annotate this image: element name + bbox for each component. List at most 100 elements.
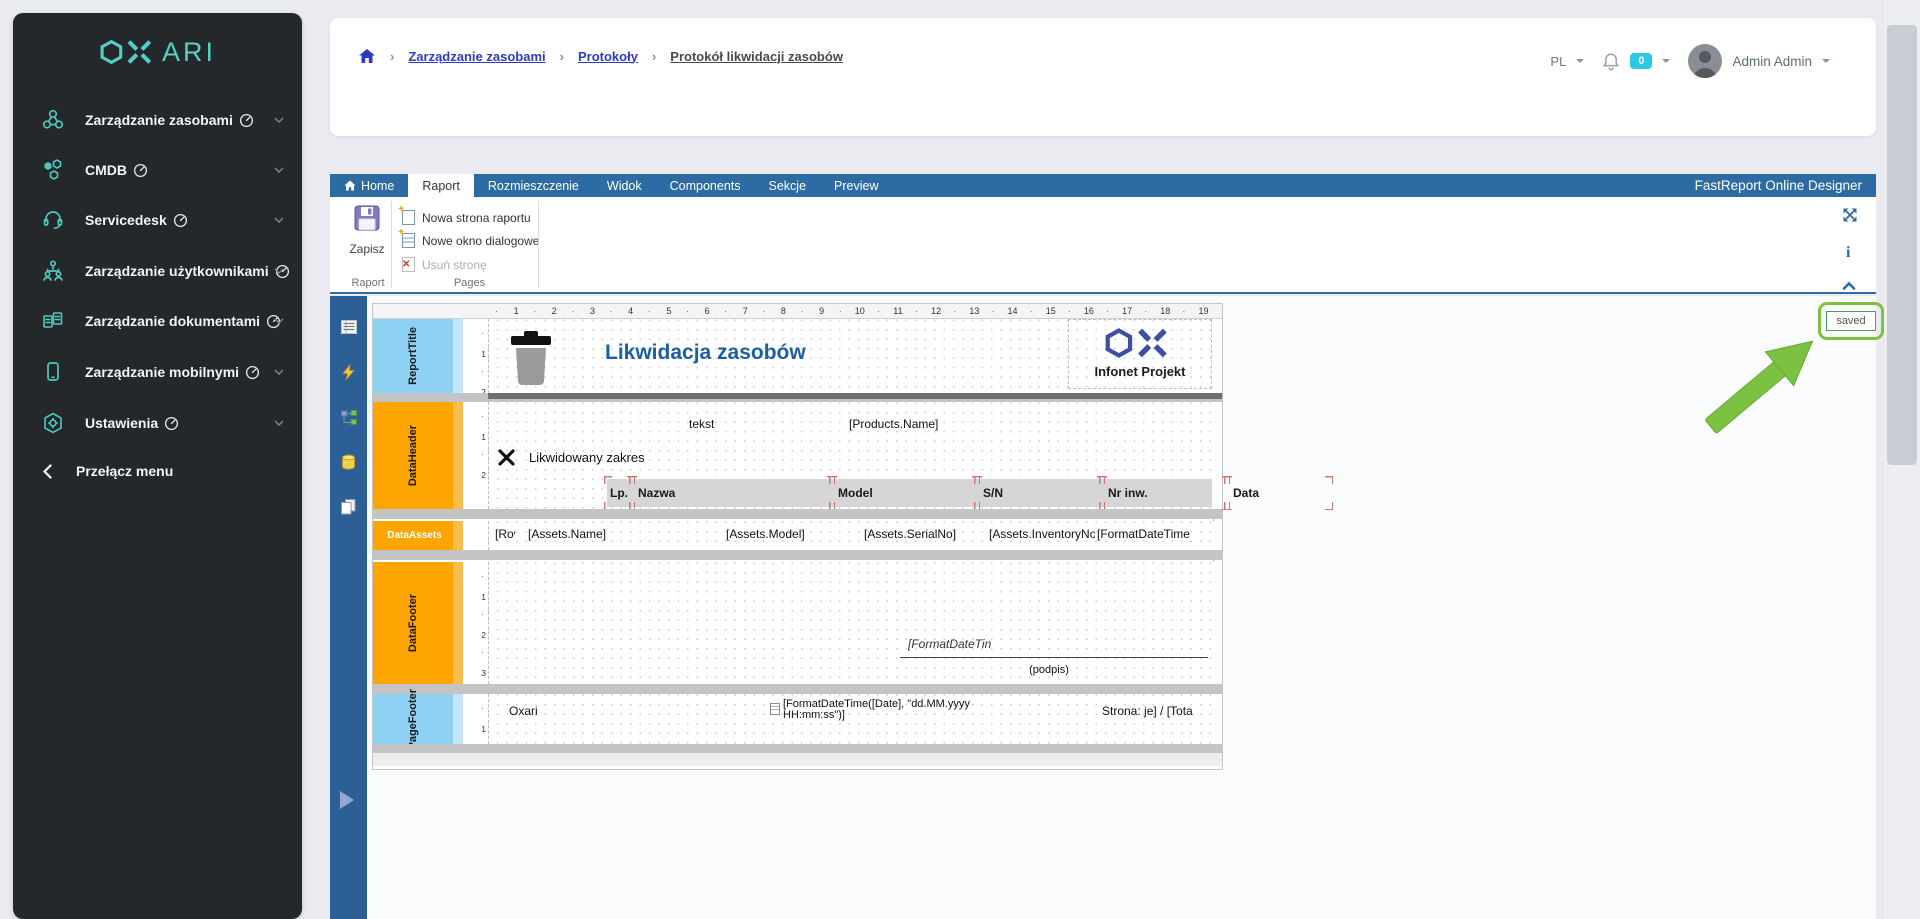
row-number-field[interactable]: [Rov [495, 524, 515, 545]
band-label-data-assets[interactable]: DataAssets [373, 521, 453, 550]
band-separator[interactable] [373, 744, 1222, 753]
ruler-mark: 9 [800, 304, 841, 319]
delete-page-button: Usuń stronę [402, 257, 487, 272]
new-report-page-button[interactable]: Nowa strona raportu [397, 204, 531, 225]
breadcrumb-current: Protokół likwidacji zasobów [670, 48, 843, 64]
ribbon-tab-bar: Home Raport Rozmieszczenie Widok Compone… [330, 174, 1876, 197]
vertical-ruler: 1 · 2 · [463, 402, 488, 509]
sidebar-item-zarzadzanie-dokumentami[interactable]: Zarządzanie dokumentami [13, 299, 302, 343]
caret-down-icon [1576, 59, 1585, 67]
tab-rozmieszczenie[interactable]: Rozmieszczenie [474, 174, 593, 197]
band-shade [453, 521, 463, 550]
top-bar: › Zarządzanie zasobami › Protokoły › Pro… [330, 18, 1876, 136]
scope-label-object[interactable]: Likwidowany zakres [523, 446, 651, 469]
collapse-ribbon-button[interactable] [1842, 277, 1856, 295]
assets-inventoryno-field[interactable]: [Assets.InventoryNo [989, 524, 1095, 545]
table-header-nazwa[interactable]: Nazwa [629, 476, 835, 510]
tab-preview[interactable]: Preview [820, 174, 892, 197]
properties-panel-button[interactable] [340, 318, 358, 336]
band-label-data-footer[interactable]: DataFooter [373, 562, 453, 684]
page-margin [1211, 319, 1222, 393]
chevron-down-icon [274, 420, 284, 426]
table-header-lp[interactable]: Lp. [604, 476, 635, 510]
tab-widok[interactable]: Widok [593, 174, 656, 197]
signature-caption[interactable]: (podpis) [900, 660, 1198, 681]
dashboard-gauge-icon [239, 113, 253, 127]
band-name: DataAssets [387, 530, 442, 541]
new-dialog-page-button[interactable]: Nowe okno dialogowe [397, 227, 539, 248]
ribbon-bottom-border [330, 292, 1876, 294]
footer-page-number[interactable]: Strona: je] / [Tota [1102, 701, 1212, 722]
save-button[interactable]: Zapisz [344, 205, 390, 256]
page-bottom-strip [373, 753, 1222, 766]
chevron-down-icon [274, 369, 284, 375]
signature-date-field[interactable]: [FormatDateTin [908, 634, 1008, 655]
band-label-report-title[interactable]: ReportTitle [373, 319, 453, 393]
sidebar-item-zarzadzanie-zasobami[interactable]: Zarządzanie zasobami [13, 98, 302, 142]
collapse-menu-button[interactable]: Przełącz menu [13, 451, 302, 491]
run-preview-button[interactable] [340, 791, 354, 809]
scrollbar-thumb[interactable] [1887, 25, 1917, 465]
sidebar-item-label: Servicedesk [85, 212, 167, 228]
company-logo-object[interactable]: Infonet Projekt [1068, 319, 1212, 389]
copy-pages-button[interactable] [340, 498, 358, 516]
footer-datetime-field[interactable]: [FormatDateTime([Date], "dd.MM.yyyy HH:m… [783, 699, 1008, 722]
assets-model-field[interactable]: [Assets.Model] [726, 524, 834, 545]
table-header-data[interactable]: Data [1224, 476, 1333, 510]
band-report-title: ReportTitle 1 · 2 · Likwidacja zasobów Info… [373, 319, 1222, 397]
report-design-page: 12345678910111213141516171819 ReportTitl… [372, 303, 1333, 770]
tab-components[interactable]: Components [656, 174, 755, 197]
table-header-model[interactable]: Model [829, 476, 980, 510]
tab-sekcje[interactable]: Sekcje [755, 174, 821, 197]
band-separator[interactable] [373, 393, 1222, 402]
vertical-ruler [463, 521, 488, 550]
caret-down-icon[interactable] [1822, 59, 1830, 67]
trash-image-object[interactable] [503, 328, 561, 390]
chevron-down-icon [274, 167, 284, 173]
table-header-sn[interactable]: S/N [974, 476, 1105, 510]
copy-icon [341, 499, 356, 515]
band-separator[interactable] [373, 684, 1222, 694]
breadcrumb-link-protokoly[interactable]: Protokoły [578, 49, 638, 64]
menu-item-label: Usuń stronę [422, 257, 487, 272]
info-button[interactable]: i [1846, 244, 1850, 262]
tab-home[interactable]: Home [330, 174, 408, 197]
text-object[interactable]: tekst [685, 414, 775, 435]
vertical-ruler: 1 · [463, 694, 488, 744]
format-datetime-field[interactable]: [FormatDateTime [1097, 524, 1212, 545]
table-header-nr-inw[interactable]: Nr inw. [1099, 476, 1230, 510]
band-separator[interactable] [373, 550, 1222, 560]
home-icon[interactable] [358, 48, 376, 64]
band-label-page-footer[interactable]: PageFooter [373, 689, 453, 749]
ruler-mark: 8 [762, 304, 802, 319]
breadcrumb-link-zasoby[interactable]: Zarządzanie zasobami [408, 49, 545, 64]
events-panel-button[interactable] [340, 363, 358, 381]
band-separator[interactable] [373, 509, 1222, 519]
sidebar-item-zarzadzanie-uzytkownikami[interactable]: Zarządzanie użytkownikami [13, 249, 302, 293]
fastreport-designer-ribbon: Home Raport Rozmieszczenie Widok Compone… [330, 174, 1876, 294]
fullscreen-button[interactable] [1842, 207, 1858, 228]
data-sources-button[interactable] [340, 453, 358, 471]
sidebar-item-zarzadzanie-mobilnymi[interactable]: Zarządzanie mobilnymi [13, 350, 302, 394]
assets-name-field[interactable]: [Assets.Name] [528, 524, 633, 545]
sidebar-item-ustawienia[interactable]: Ustawienia [13, 401, 302, 445]
designer-canvas: 12345678910111213141516171819 ReportTitl… [330, 296, 1884, 919]
band-label-data-header[interactable]: DataHeader [373, 402, 453, 509]
chevron-up-icon [1842, 281, 1856, 290]
saved-status-badge: saved [1826, 311, 1876, 331]
footer-company-text[interactable]: Oxari [505, 701, 623, 722]
caret-down-icon[interactable] [1662, 59, 1671, 67]
assets-serialno-field[interactable]: [Assets.SerialNo] [864, 524, 982, 545]
avatar[interactable] [1688, 44, 1723, 78]
sidebar-item-servicedesk[interactable]: Servicedesk [13, 198, 302, 242]
bell-icon[interactable] [1602, 52, 1620, 71]
trash-icon [511, 331, 551, 385]
user-name[interactable]: Admin Admin [1732, 54, 1812, 69]
products-name-field[interactable]: [Products.Name] [845, 414, 958, 435]
sidebar-item-cmdb[interactable]: CMDB [13, 148, 302, 192]
tab-raport[interactable]: Raport [408, 174, 474, 197]
report-tree-button[interactable] [340, 408, 358, 426]
language-selector[interactable]: PL [1550, 54, 1566, 69]
report-title-text-object[interactable]: Likwidacja zasobów [605, 341, 845, 371]
x-mark-object[interactable] [496, 447, 517, 468]
